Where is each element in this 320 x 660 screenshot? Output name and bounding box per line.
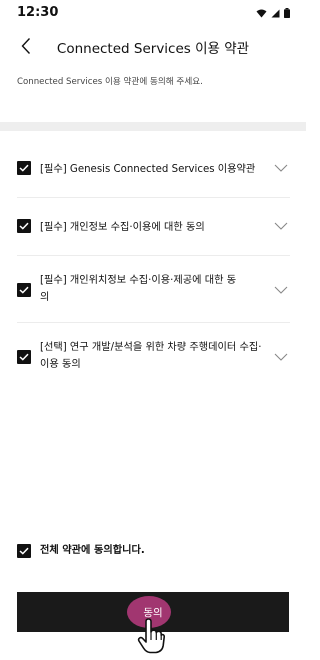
term-item[interactable]: [필수] 개인정보 수집·이용에 대한 동의 — [17, 198, 290, 256]
wifi-icon — [256, 9, 267, 17]
status-time: 12:30 — [17, 5, 59, 20]
pointer-hand-icon — [137, 618, 165, 654]
check-icon — [19, 286, 29, 294]
check-icon — [19, 547, 29, 555]
check-icon — [19, 353, 29, 361]
agree-all-checkbox[interactable] — [17, 543, 31, 558]
chevron-left-icon — [21, 38, 31, 54]
term-item[interactable]: [필수] Genesis Connected Services 이용약관 — [17, 140, 290, 198]
agree-all-label: 전체 약관에 동의합니다. — [40, 545, 145, 556]
agree-all-row[interactable]: 전체 약관에 동의합니다. — [17, 542, 145, 559]
app-header: Connected Services 이용 약관 — [0, 28, 306, 64]
term-label: [필수] 개인정보 수집·이용에 대한 동의 — [40, 222, 205, 233]
chevron-down-icon[interactable] — [274, 285, 288, 295]
term-label: [선택] 연구 개발/분석을 위한 차량 주행데이터 수집·이용 동의 — [40, 342, 262, 370]
term-label: [필수] 개인위치정보 수집·이용·제공에 대한 동의 — [40, 275, 237, 303]
section-divider — [0, 122, 306, 131]
check-icon — [19, 164, 29, 172]
term-item[interactable]: [필수] 개인위치정보 수집·이용·제공에 대한 동의 — [17, 256, 290, 323]
check-icon — [19, 222, 29, 230]
terms-list: [필수] Genesis Connected Services 이용약관 [필수… — [17, 140, 290, 389]
checkbox-checked[interactable] — [17, 350, 31, 364]
back-button[interactable] — [14, 34, 38, 58]
checkbox-checked[interactable] — [17, 219, 31, 233]
battery-icon — [284, 8, 290, 18]
chevron-down-icon[interactable] — [274, 352, 288, 362]
term-item[interactable]: [선택] 연구 개발/분석을 위한 차량 주행데이터 수집·이용 동의 — [17, 323, 290, 389]
page-subtitle: Connected Services 이용 약관에 동의해 주세요. — [17, 77, 203, 87]
status-icons — [256, 8, 290, 18]
checkbox-checked[interactable] — [17, 283, 31, 297]
signal-icon — [271, 9, 280, 17]
chevron-down-icon[interactable] — [274, 163, 288, 173]
checkbox-checked[interactable] — [17, 161, 31, 175]
term-label: [필수] Genesis Connected Services 이용약관 — [40, 164, 256, 175]
status-bar: 12:30 — [0, 0, 306, 26]
chevron-down-icon[interactable] — [274, 221, 288, 231]
page-title: Connected Services 이용 약관 — [56, 41, 250, 57]
